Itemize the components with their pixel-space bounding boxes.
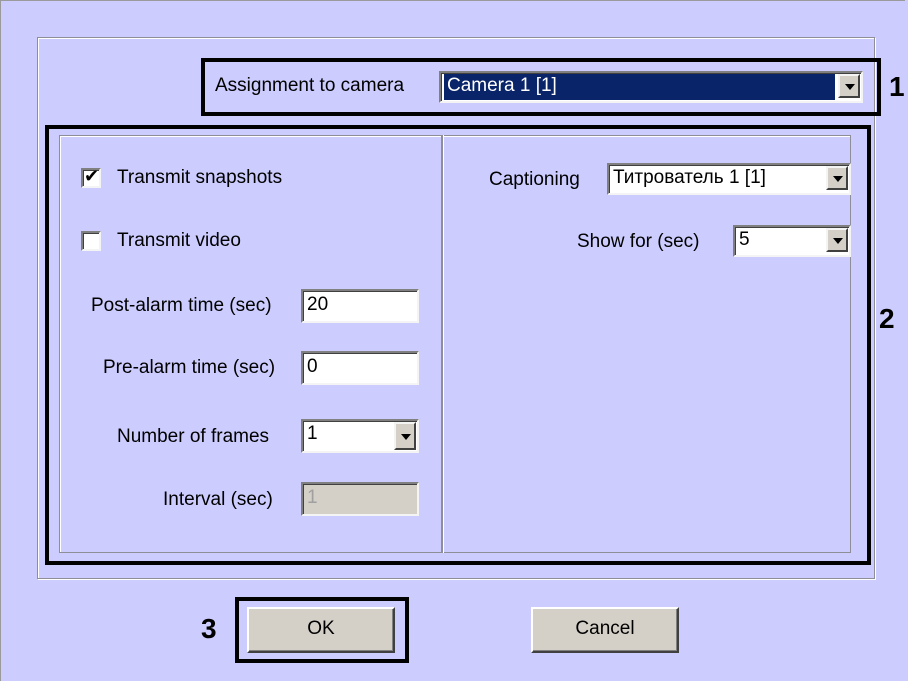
ok-button-label: OK — [307, 618, 335, 639]
show-for-select-value: 5 — [739, 229, 750, 250]
captioning-dropdown-button[interactable] — [826, 166, 848, 190]
captioning-select-value: Титрователь 1 [1] — [613, 167, 766, 188]
show-for-select[interactable]: 5 — [733, 225, 851, 257]
camera-select-value: Camera 1 [1] — [444, 74, 835, 100]
captioning-select[interactable]: Титрователь 1 [1] — [607, 163, 851, 195]
marker-3: 3 — [201, 613, 217, 644]
post-alarm-label: Post-alarm time (sec) — [91, 295, 272, 316]
assignment-label: Assignment to camera — [215, 75, 405, 96]
camera-select[interactable]: Camera 1 [1] — [439, 71, 863, 103]
post-alarm-field[interactable] — [303, 291, 416, 319]
pre-alarm-label: Pre-alarm time (sec) — [103, 357, 276, 378]
marker-2: 2 — [879, 303, 895, 334]
chevron-down-icon — [833, 176, 843, 182]
show-for-dropdown-button[interactable] — [826, 228, 848, 252]
transmit-video-label[interactable]: Transmit video — [117, 230, 241, 252]
chevron-down-icon — [845, 84, 855, 90]
marker-1: 1 — [889, 71, 905, 102]
interval-label: Interval (sec) — [163, 489, 273, 510]
show-for-label: Show for (sec) — [577, 231, 700, 252]
post-alarm-input[interactable] — [301, 289, 419, 323]
cancel-button-label: Cancel — [575, 618, 635, 639]
pre-alarm-input[interactable] — [301, 351, 419, 385]
transmit-snapshots-label[interactable]: Transmit snapshots — [117, 167, 282, 189]
transmit-video-checkbox[interactable] — [81, 231, 101, 251]
checkmark-icon: ✔ — [84, 166, 100, 187]
interval-input — [301, 482, 419, 516]
frames-dropdown-button[interactable] — [394, 422, 416, 450]
group-divider — [441, 135, 444, 553]
frames-select[interactable]: 1 — [301, 419, 419, 453]
cancel-button[interactable]: Cancel — [531, 607, 679, 653]
dialog-window: Assignment to camera Camera 1 [1] 1 2 ✔ … — [0, 0, 905, 681]
chevron-down-icon — [401, 434, 411, 440]
ok-button[interactable]: OK — [247, 607, 395, 653]
chevron-down-icon — [833, 238, 843, 244]
camera-select-dropdown-button[interactable] — [838, 74, 860, 98]
frames-select-value: 1 — [307, 423, 318, 444]
interval-field — [303, 484, 416, 512]
pre-alarm-field[interactable] — [303, 353, 416, 381]
transmit-snapshots-checkbox[interactable]: ✔ — [81, 166, 101, 188]
frames-label: Number of frames — [117, 426, 270, 447]
captioning-label: Captioning — [489, 169, 580, 190]
